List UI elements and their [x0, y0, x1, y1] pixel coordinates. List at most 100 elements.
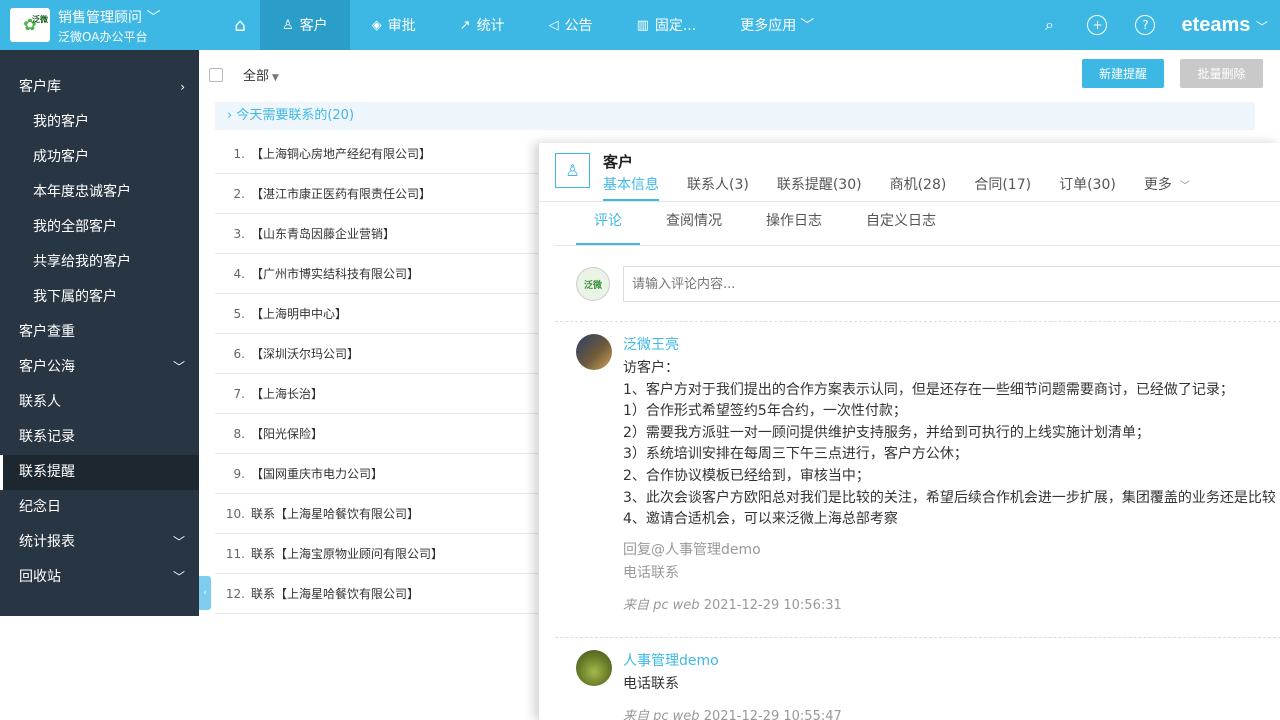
list-item[interactable]: 7. 【上海长治】	[215, 374, 545, 414]
row-number: 11.	[225, 547, 245, 561]
list-item[interactable]: 3. 【山东青岛因藤企业营销】	[215, 214, 545, 254]
new-reminder-button[interactable]: 新建提醒	[1082, 59, 1164, 88]
select-all-checkbox[interactable]	[209, 68, 223, 82]
avatar[interactable]	[576, 334, 612, 370]
panel-tabs: 基本信息 联系人(3) 联系提醒(30) 商机(28) 合同(17) 订单(30…	[603, 173, 1218, 201]
list-item[interactable]: 9. 【国网重庆市电力公司】	[215, 454, 545, 494]
avatar[interactable]	[576, 650, 612, 686]
filter-label: 全部	[243, 69, 270, 84]
sidebar-item-recycle-bin[interactable]: 回收站 ﹀	[0, 560, 199, 595]
tab-comments[interactable]: 评论	[576, 201, 640, 245]
nav-item-announcement[interactable]: ◁ 公告	[527, 0, 615, 50]
add-icon[interactable]: +	[1087, 15, 1108, 35]
sidebar-collapse-button[interactable]: ‹	[199, 576, 211, 610]
tab-basic-info[interactable]: 基本信息	[603, 173, 659, 201]
row-text: 【深圳沃尔玛公司】	[251, 347, 360, 361]
brand[interactable]: ✿ 泛微 销售管理顾问 ﹀ 泛微OA办公平台	[0, 0, 200, 50]
row-text: 【广州市博实结科技有限公司】	[251, 267, 420, 281]
sidebar: 客户库 › 我的客户 成功客户 本年度忠诚客户 我的全部客户 共享给我的客户 我…	[0, 50, 199, 616]
divider	[555, 637, 1280, 638]
product-switcher[interactable]: eteams ﹀	[1181, 14, 1268, 37]
nav-item-fixed[interactable]: ▥ 固定...	[615, 0, 719, 50]
list-item[interactable]: 11. 联系【上海宝原物业顾问有限公司】	[215, 534, 545, 574]
tab-more[interactable]: 更多 ﹀	[1144, 173, 1190, 201]
caret-down-icon: ▼	[272, 73, 279, 83]
sidebar-item-contact-reminders[interactable]: 联系提醒	[0, 455, 199, 490]
list-item[interactable]: 8. 【阳光保险】	[215, 414, 545, 454]
sidebar-item-label: 联系记录	[19, 429, 75, 445]
source-label: 来自 pc web	[623, 597, 700, 613]
tab-view-status[interactable]: 查阅情况	[648, 201, 740, 245]
logo-text: 泛微	[32, 15, 48, 24]
sidebar-item-customer-pool[interactable]: 客户公海 ﹀	[0, 350, 199, 385]
comment-input[interactable]	[623, 266, 1280, 302]
list-item[interactable]: 4. 【广州市博实结科技有限公司】	[215, 254, 545, 294]
search-icon[interactable]: ⌕	[1039, 15, 1059, 35]
nav-item-statistics[interactable]: ↗ 统计	[438, 0, 527, 50]
list-item[interactable]: 12. 联系【上海星哈餐饮有限公司】	[215, 574, 545, 614]
tab-contracts[interactable]: 合同(17)	[974, 173, 1031, 201]
row-text: 联系【上海星哈餐饮有限公司】	[251, 507, 420, 521]
list-item[interactable]: 1. 【上海铜心房地产经纪有限公司】	[215, 134, 545, 174]
comment-author[interactable]: 泛微王亮	[623, 334, 679, 354]
sidebar-item-shared-customers[interactable]: 共享给我的客户	[0, 245, 199, 280]
chevron-right-icon: ›	[180, 80, 185, 94]
tab-orders[interactable]: 订单(30)	[1059, 173, 1116, 201]
speaker-icon: ◁	[548, 17, 559, 33]
top-right-actions: ⌕ + ? eteams ﹀	[1025, 0, 1268, 50]
sidebar-item-contact-records[interactable]: 联系记录	[0, 420, 199, 455]
group-title: 今天需要联系的(20)	[236, 108, 355, 123]
comment-tag: 电话联系	[623, 564, 679, 581]
sidebar-item-label: 本年度忠诚客户	[33, 184, 131, 200]
sidebar-item-my-customers[interactable]: 我的客户	[0, 105, 199, 140]
help-icon[interactable]: ?	[1135, 15, 1156, 35]
sidebar-item-success-customers[interactable]: 成功客户	[0, 140, 199, 175]
timestamp: 2021-12-29 10:56:31	[703, 597, 842, 613]
comment-line: 3）系统培训安排在每周三下午三点进行，客户方公休；	[623, 446, 968, 463]
tab-custom-log[interactable]: 自定义日志	[848, 201, 954, 245]
tab-opportunities[interactable]: 商机(28)	[890, 173, 947, 201]
chevron-down-icon: ﹀	[146, 10, 161, 26]
comment-source: 来自 pc web 2021-12-29 10:55:47	[623, 706, 1280, 720]
tab-reminders[interactable]: 联系提醒(30)	[777, 173, 862, 201]
nav-item-approval[interactable]: ◈ 审批	[350, 0, 438, 50]
app-subtitle: 泛微OA办公平台	[58, 30, 148, 44]
home-button[interactable]: ⌂	[220, 0, 260, 50]
comment-line: 电话联系	[623, 676, 679, 692]
list-item[interactable]: 6. 【深圳沃尔玛公司】	[215, 334, 545, 374]
app-title[interactable]: 销售管理顾问 ﹀	[58, 7, 160, 27]
sidebar-item-label: 联系提醒	[19, 464, 75, 480]
logo: ✿ 泛微	[10, 8, 50, 42]
sidebar-item-loyal-customers[interactable]: 本年度忠诚客户	[0, 175, 199, 210]
sidebar-item-reports[interactable]: 统计报表 ﹀	[0, 525, 199, 560]
sidebar-item-all-my-customers[interactable]: 我的全部客户	[0, 210, 199, 245]
row-text: 【山东青岛因藤企业营销】	[251, 227, 396, 241]
group-header[interactable]: › 今天需要联系的(20)	[215, 102, 1255, 130]
nav-item-more-apps[interactable]: 更多应用 ﹀	[718, 0, 836, 50]
comment-author[interactable]: 人事管理demo	[623, 650, 719, 670]
trend-icon: ↗	[459, 17, 471, 33]
filter-dropdown[interactable]: 全部 ▼	[243, 65, 279, 84]
list-item[interactable]: 5. 【上海明申中心】	[215, 294, 545, 334]
nav-label: 更多应用	[740, 18, 797, 34]
sidebar-item-anniversaries[interactable]: 纪念日	[0, 490, 199, 525]
sidebar-item-customer-library[interactable]: 客户库 ›	[0, 70, 199, 105]
sidebar-item-subordinate-customers[interactable]: 我下属的客户	[0, 280, 199, 315]
row-text: 【阳光保险】	[251, 427, 324, 441]
reply-link[interactable]: 回复@人事管理demo	[623, 539, 1280, 562]
row-number: 12.	[225, 587, 245, 601]
batch-delete-button[interactable]: 批量删除	[1180, 59, 1263, 88]
sidebar-item-contacts[interactable]: 联系人	[0, 385, 199, 420]
nav-item-customer[interactable]: ♙ 客户	[260, 0, 350, 50]
comment-line: 1）合作形式希望签约5年合约，一次性付款；	[623, 403, 907, 420]
tab-contacts[interactable]: 联系人(3)	[687, 173, 749, 201]
tab-operation-log[interactable]: 操作日志	[748, 201, 840, 245]
list-item[interactable]: 2. 【湛江市康正医药有限责任公司】	[215, 174, 545, 214]
list-item[interactable]: 10. 联系【上海星哈餐饮有限公司】	[215, 494, 545, 534]
layers-icon: ◈	[371, 17, 382, 33]
row-number: 10.	[225, 507, 245, 521]
comment-source: 来自 pc web 2021-12-29 10:56:31	[623, 595, 1280, 617]
sidebar-item-duplicate-check[interactable]: 客户查重	[0, 315, 199, 350]
row-number: 7.	[233, 387, 245, 401]
nav-label: 客户	[299, 18, 328, 34]
